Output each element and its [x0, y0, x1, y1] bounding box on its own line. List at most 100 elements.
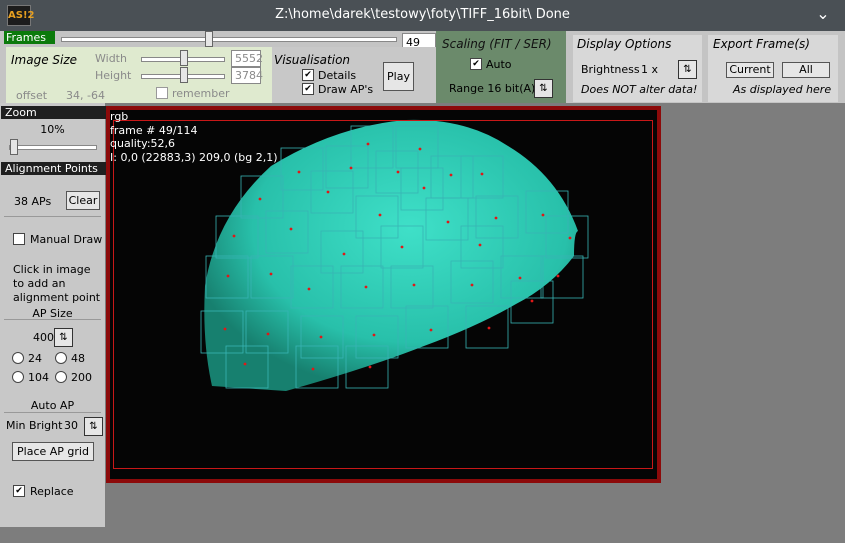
auto-label: Auto [486, 58, 512, 71]
ap-dot [487, 326, 491, 330]
zoom-slider-track[interactable] [9, 145, 97, 150]
ap-count: 38 APs [14, 195, 52, 208]
remember-checkbox[interactable] [156, 87, 168, 99]
ap-dot [319, 335, 323, 339]
alignment-header: Alignment Points [1, 162, 106, 175]
manual-draw-checkbox[interactable] [13, 233, 25, 245]
replace-checkbox[interactable]: ✔ [13, 485, 25, 497]
draw-aps-checkbox[interactable]: ✔ [302, 83, 314, 95]
ap-size-radio-3[interactable] [12, 371, 24, 383]
height-slider-thumb[interactable] [180, 67, 188, 83]
range-label: Range 16 bit(A) [449, 82, 536, 95]
chevron-down-icon[interactable]: ⌄ [813, 4, 833, 24]
ap-dot [269, 272, 273, 276]
ap-dot [422, 186, 426, 190]
ap-dot [449, 173, 453, 177]
title-bar: AS!2 Z:\home\darek\testowy\foty\TIFF_16b… [0, 0, 845, 31]
height-field[interactable]: 3784 [231, 67, 263, 84]
place-ap-grid-button[interactable]: Place AP grid [12, 442, 94, 461]
ap-size-option-2: 48 [71, 352, 85, 365]
ap-dot [400, 245, 404, 249]
width-label: Width [95, 52, 127, 65]
min-bright-spinner[interactable]: ⇅ [84, 417, 103, 436]
ap-dot [412, 283, 416, 287]
ap-dot [494, 216, 498, 220]
min-bright-label: Min Bright [6, 419, 63, 432]
remember-label: remember [172, 87, 230, 100]
ap-dot [326, 190, 330, 194]
ap-dot [518, 276, 522, 280]
details-label: Details [318, 69, 357, 82]
ap-dot [243, 362, 247, 366]
brightness-spinner[interactable]: ⇅ [678, 60, 697, 79]
visualisation-panel: Visualisation ✔ Details ✔ Draw AP's Play [272, 47, 436, 103]
ap-size-radio-4[interactable] [55, 371, 67, 383]
overlay-info: rgb frame # 49/114 quality:52,6 I: 0,0 (… [110, 110, 278, 164]
scaling-panel: Scaling (FIT / SER) ✔ Auto Range 16 bit(… [436, 31, 566, 103]
image-size-panel: Image Size Width 5552 Height 3784 rememb… [6, 47, 272, 103]
range-spinner[interactable]: ⇅ [534, 79, 553, 98]
ap-dot [480, 172, 484, 176]
ap-size-radio-1[interactable] [12, 352, 24, 364]
help-line-3: alignment point [13, 291, 101, 304]
details-checkbox[interactable]: ✔ [302, 69, 314, 81]
help-line-2: to add an [13, 277, 66, 290]
clear-aps-button[interactable]: Clear [66, 191, 100, 210]
divider [4, 216, 101, 217]
draw-aps-label: Draw AP's [318, 83, 374, 96]
ap-dot [446, 220, 450, 224]
ap-dot [311, 367, 315, 371]
ap-dot [568, 236, 572, 240]
ap-size-spinner[interactable]: ⇅ [54, 328, 73, 347]
replace-label: Replace [30, 485, 74, 498]
ap-dot [470, 283, 474, 287]
display-options-title: Display Options [577, 37, 672, 51]
ap-dot [429, 328, 433, 332]
ap-size-option-4: 200 [71, 371, 92, 384]
ap-size-option-3: 104 [28, 371, 49, 384]
ap-dot [418, 147, 422, 151]
image-viewer[interactable]: rgb frame # 49/114 quality:52,6 I: 0,0 (… [106, 106, 661, 483]
ap-dot [368, 365, 372, 369]
ap-size-label: AP Size [32, 307, 73, 320]
overlay-line-3: quality:52,6 [110, 137, 176, 150]
offset-value: 34, -64 [66, 89, 105, 102]
display-note: Does NOT alter data! [581, 83, 698, 96]
ap-dot [232, 234, 236, 238]
export-all-button[interactable]: All [782, 62, 830, 78]
offset-label: offset [16, 89, 48, 102]
frames-slider-track[interactable] [61, 37, 397, 42]
ap-dot [258, 197, 262, 201]
ap-dot [226, 274, 230, 278]
overlay-line-2: frame # 49/114 [110, 123, 198, 137]
export-current-button[interactable]: Current [726, 62, 774, 78]
ap-dot [556, 274, 560, 278]
ap-dot [396, 170, 400, 174]
image-size-title: Image Size [11, 53, 78, 67]
divider [4, 412, 101, 413]
display-options-panel: Display Options Brightness 1 x ⇅ Does NO… [573, 35, 702, 102]
ap-size-radio-2[interactable] [55, 352, 67, 364]
auto-checkbox[interactable]: ✔ [470, 58, 482, 70]
ap-dot [378, 213, 382, 217]
overlay-line-1: rgb [110, 110, 129, 123]
ap-dot [266, 332, 270, 336]
brightness-value: 1 x [641, 63, 659, 76]
min-bright-value: 30 [64, 419, 78, 432]
frames-slider-thumb[interactable] [204, 31, 213, 47]
width-slider-thumb[interactable] [180, 50, 188, 66]
ap-dot [289, 227, 293, 231]
window-title: Z:\home\darek\testowy\foty\TIFF_16bit\ D… [275, 7, 570, 22]
zoom-slider-thumb[interactable] [10, 139, 18, 155]
play-button[interactable]: Play [383, 62, 414, 91]
sidebar: Zoom 10% Alignment Points 38 APs Clear M… [0, 103, 106, 527]
visualisation-title: Visualisation [274, 53, 351, 67]
width-field[interactable]: 5552 [231, 50, 263, 67]
export-note: As displayed here [733, 83, 832, 96]
ap-dot [478, 243, 482, 247]
ap-dot [297, 170, 301, 174]
zoom-header: Zoom [1, 106, 106, 119]
help-line-1: Click in image [13, 263, 91, 276]
zoom-value: 10% [40, 123, 65, 136]
ap-dot [372, 333, 376, 337]
